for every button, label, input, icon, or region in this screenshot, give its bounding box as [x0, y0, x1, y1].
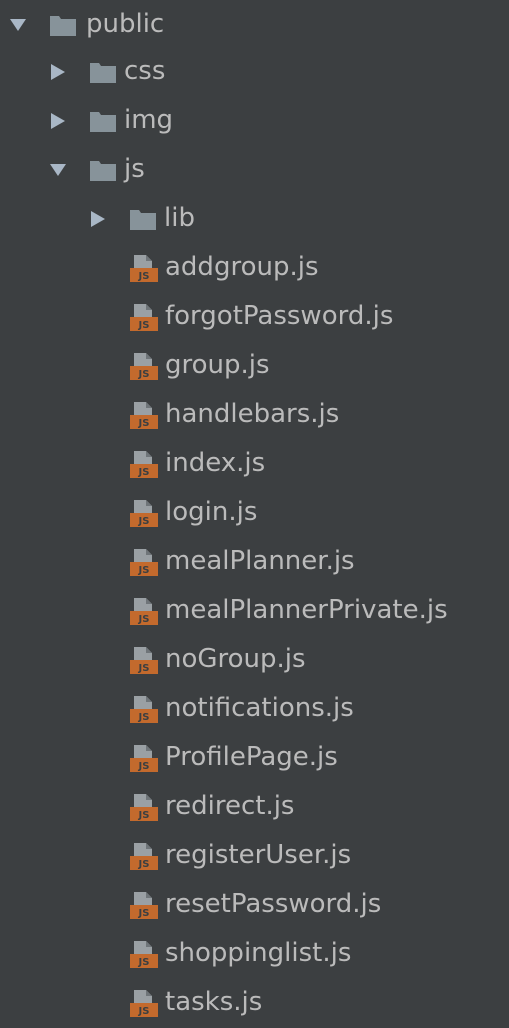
expanded-arrow-icon[interactable] — [48, 160, 68, 180]
svg-text:JS: JS — [138, 810, 150, 821]
folder-icon — [88, 57, 118, 87]
file-label: login.js — [165, 497, 258, 527]
svg-text:JS: JS — [138, 957, 150, 968]
svg-text:JS: JS — [138, 761, 150, 772]
file-label: addgroup.js — [165, 252, 319, 282]
svg-text:JS: JS — [138, 565, 150, 576]
svg-text:JS: JS — [138, 467, 150, 478]
tree-node-js-file[interactable]: JS redirect.js — [0, 782, 509, 831]
js-file-icon: JS — [128, 596, 158, 626]
file-label: index.js — [165, 448, 266, 478]
file-label: tasks.js — [165, 987, 263, 1017]
tree-node-lib[interactable]: lib — [0, 194, 509, 243]
collapsed-arrow-icon[interactable] — [88, 209, 108, 229]
js-file-icon: JS — [128, 743, 158, 773]
js-file-icon: JS — [128, 449, 158, 479]
expanded-arrow-icon[interactable] — [8, 15, 28, 35]
tree-node-js-file[interactable]: JS group.js — [0, 341, 509, 390]
file-label: resetPassword.js — [165, 889, 382, 919]
collapsed-arrow-icon[interactable] — [48, 62, 68, 82]
js-file-icon: JS — [128, 792, 158, 822]
js-file-icon: JS — [128, 988, 158, 1018]
tree-node-js-file[interactable]: JS registerUser.js — [0, 831, 509, 880]
tree-node-public[interactable]: public — [0, 0, 509, 49]
file-label: mealPlannerPrivate.js — [165, 595, 448, 625]
tree-node-js-file[interactable]: JS handlebars.js — [0, 390, 509, 439]
tree-node-js-file[interactable]: JS ProfilePage.js — [0, 733, 509, 782]
file-label: notifications.js — [165, 693, 354, 723]
tree-node-js-file[interactable]: JS noGroup.js — [0, 635, 509, 684]
svg-text:JS: JS — [138, 516, 150, 527]
file-label: forgotPassword.js — [165, 301, 394, 331]
svg-text:JS: JS — [138, 320, 150, 331]
collapsed-arrow-icon[interactable] — [48, 111, 68, 131]
project-file-tree: public css img js lib JS addgroup.js JS … — [0, 0, 509, 1028]
folder-icon — [88, 106, 118, 136]
file-label: redirect.js — [165, 791, 295, 821]
tree-node-js-file[interactable]: JS forgotPassword.js — [0, 292, 509, 341]
file-label: noGroup.js — [165, 644, 306, 674]
js-file-icon: JS — [128, 400, 158, 430]
file-label: group.js — [165, 350, 270, 380]
svg-text:JS: JS — [138, 614, 150, 625]
tree-node-js-file[interactable]: JS tasks.js — [0, 978, 509, 1027]
folder-icon — [48, 10, 78, 40]
tree-node-js-file[interactable]: JS addgroup.js — [0, 243, 509, 292]
js-file-icon: JS — [128, 694, 158, 724]
js-file-icon: JS — [128, 302, 158, 332]
file-label: handlebars.js — [165, 399, 340, 429]
folder-label: css — [124, 56, 166, 86]
tree-node-js-file[interactable]: JS index.js — [0, 439, 509, 488]
folder-label: lib — [164, 203, 195, 233]
folder-label: public — [86, 9, 165, 39]
svg-text:JS: JS — [138, 1006, 150, 1017]
tree-node-js-file[interactable]: JS mealPlanner.js — [0, 537, 509, 586]
js-file-icon: JS — [128, 498, 158, 528]
file-label: shoppinglist.js — [165, 938, 352, 968]
tree-node-js-file[interactable]: JS resetPassword.js — [0, 880, 509, 929]
svg-text:JS: JS — [138, 908, 150, 919]
js-file-icon: JS — [128, 351, 158, 381]
file-label: registerUser.js — [165, 840, 352, 870]
js-file-icon: JS — [128, 645, 158, 675]
js-file-icon: JS — [128, 890, 158, 920]
tree-node-js-file[interactable]: JS notifications.js — [0, 684, 509, 733]
folder-label: img — [124, 105, 174, 135]
js-file-icon: JS — [128, 841, 158, 871]
svg-text:JS: JS — [138, 859, 150, 870]
folder-label: js — [124, 154, 145, 184]
file-label: ProfilePage.js — [165, 742, 338, 772]
js-file-icon: JS — [128, 547, 158, 577]
svg-text:JS: JS — [138, 712, 150, 723]
folder-icon — [128, 204, 158, 234]
tree-node-css[interactable]: css — [0, 47, 509, 96]
svg-text:JS: JS — [138, 663, 150, 674]
folder-icon — [88, 155, 118, 185]
js-file-icon: JS — [128, 939, 158, 969]
tree-node-js-file[interactable]: JS shoppinglist.js — [0, 929, 509, 978]
file-label: mealPlanner.js — [165, 546, 355, 576]
tree-node-img[interactable]: img — [0, 96, 509, 145]
svg-text:JS: JS — [138, 271, 150, 282]
svg-text:JS: JS — [138, 418, 150, 429]
js-file-icon: JS — [128, 253, 158, 283]
svg-text:JS: JS — [138, 369, 150, 380]
tree-node-js-file[interactable]: JS mealPlannerPrivate.js — [0, 586, 509, 635]
tree-node-js-file[interactable]: JS login.js — [0, 488, 509, 537]
tree-node-js[interactable]: js — [0, 145, 509, 194]
